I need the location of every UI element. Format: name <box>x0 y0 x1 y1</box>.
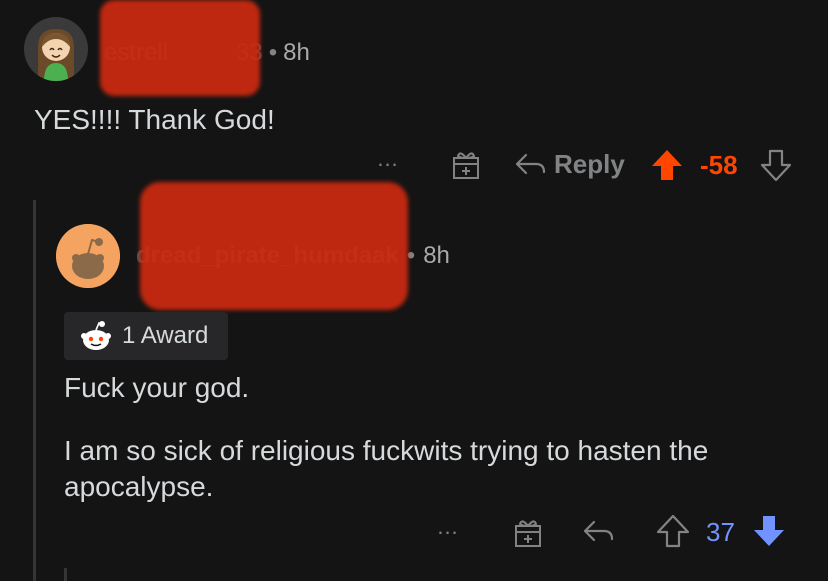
score: -58 <box>700 150 738 180</box>
comment-paragraph: Fuck your god. <box>64 372 250 403</box>
comment-body: YES!!!! Thank God! <box>34 104 275 135</box>
redaction-mark <box>140 182 408 310</box>
timestamp: 8h <box>283 39 310 66</box>
upvote-button[interactable] <box>656 514 690 548</box>
user-avatar-icon <box>24 17 88 81</box>
reply-button[interactable]: Reply <box>514 146 625 182</box>
avatar[interactable] <box>24 17 88 81</box>
score: 37 <box>706 517 735 547</box>
reply-arrow-icon <box>583 520 614 542</box>
award-snoo-icon <box>81 321 111 350</box>
more-options-button[interactable]: ... <box>432 514 464 548</box>
thread-line[interactable] <box>33 200 36 581</box>
comment-paragraph: I am so sick of religious fuckwits tryin… <box>64 435 709 466</box>
reply-arrow-icon <box>515 153 546 175</box>
upvote-arrow-icon <box>656 514 690 548</box>
downvote-arrow-icon <box>754 516 784 546</box>
comment-paragraph: apocalypse. <box>64 471 214 502</box>
upvote-button[interactable] <box>650 148 684 182</box>
downvote-button[interactable] <box>752 514 786 548</box>
award-label: 1 Award <box>122 322 209 349</box>
avatar[interactable] <box>56 224 120 288</box>
timestamp: 8h <box>423 242 450 269</box>
gift-icon <box>515 520 541 547</box>
downvote-button[interactable] <box>760 148 792 182</box>
upvote-arrow-icon <box>652 150 682 180</box>
more-options-button[interactable]: ... <box>372 146 404 180</box>
reply-button[interactable] <box>582 518 616 546</box>
award-gift-button[interactable] <box>512 516 544 548</box>
nested-thread-line[interactable] <box>64 568 67 581</box>
award-gift-button[interactable] <box>450 148 482 180</box>
snoo-avatar-icon <box>56 224 120 288</box>
downvote-arrow-icon <box>760 149 792 182</box>
separator-dot: • <box>268 39 278 66</box>
gift-icon <box>453 152 479 179</box>
separator-dot: • <box>406 242 416 269</box>
redaction-mark <box>100 0 260 96</box>
award-badge[interactable]: 1 Award <box>64 312 228 360</box>
